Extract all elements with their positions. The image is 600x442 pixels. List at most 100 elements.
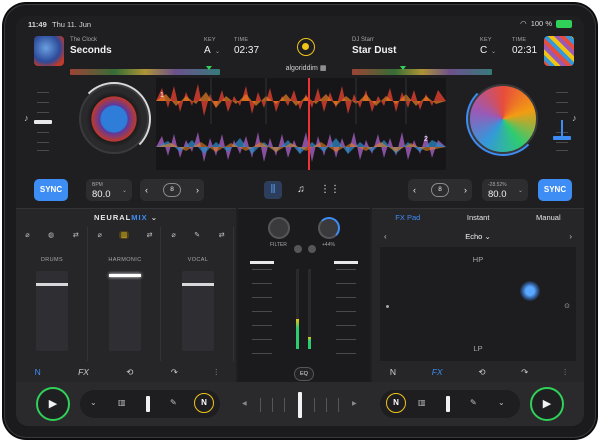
chevron-down-icon: ⌄ [215, 49, 221, 55]
deck-b-pitch-fader[interactable] [553, 88, 571, 152]
mic-icon[interactable]: ✎ [194, 231, 200, 239]
chevron-left-icon[interactable]: ‹ [145, 185, 148, 195]
redo-icon[interactable]: ↷ [171, 367, 178, 378]
stem-drums[interactable]: ⌀ ◍ ⇄ DRUMS [16, 227, 88, 361]
fader-cap[interactable] [109, 274, 141, 277]
deck-b-header[interactable]: DJ Starr Star Dust KEY C ⌄ TIME 02:31 [336, 32, 578, 78]
tab-instant[interactable]: Instant [467, 213, 490, 222]
deck-b-quick-controls: N ▥ ✎ ⌄ [380, 390, 520, 418]
fx-selector[interactable]: ‹ Echo ⌄ › [372, 231, 584, 245]
fx-amount-knob[interactable] [318, 217, 340, 239]
mic-icon[interactable]: ✎ [170, 398, 177, 407]
record-button[interactable] [297, 38, 315, 56]
crossfader-left-arrow[interactable]: ◀ [242, 400, 247, 407]
chevron-right-icon[interactable]: › [464, 185, 467, 195]
deck-b-key[interactable]: C [480, 45, 487, 56]
drum-icon[interactable]: ◍ [48, 231, 54, 239]
fx-pad-touch-point[interactable] [520, 281, 540, 301]
deck-b-overview-waveform[interactable] [352, 69, 492, 75]
deck-a-overview-waveform[interactable] [70, 69, 220, 75]
stem-fader[interactable] [109, 271, 141, 351]
mixer-view-icon[interactable]: ⫼ [264, 181, 282, 199]
fader-cap[interactable] [36, 283, 68, 286]
fader-cap[interactable] [334, 261, 358, 264]
mute-icon[interactable]: ⌀ [25, 231, 29, 239]
stem-fader[interactable] [182, 271, 214, 351]
deck-a-artwork[interactable] [34, 36, 64, 66]
deck-a-loop-control[interactable]: ‹ 8 › [140, 179, 204, 201]
sliders-icon[interactable]: ⫶ [564, 367, 566, 378]
deck-a-channel-fader[interactable] [250, 259, 274, 367]
fx-xy-pad[interactable]: HP ⊙ LP [380, 247, 576, 361]
pads-grid-icon[interactable]: ⋮⋮ [320, 181, 340, 199]
music-library-icon[interactable]: ♫ [292, 181, 310, 199]
filter-knob[interactable] [268, 217, 290, 239]
mic-icon[interactable]: ✎ [470, 398, 477, 407]
deck-b-neural-button[interactable]: N [386, 393, 406, 413]
deck-b-artwork[interactable] [544, 36, 574, 66]
gain-knob-b[interactable] [308, 245, 316, 253]
swap-icon[interactable]: ⇄ [147, 231, 153, 239]
fx-pad-settings-icon[interactable]: ⊙ [564, 302, 570, 310]
redo-icon[interactable]: ↷ [521, 367, 528, 378]
deck-a-bpm-box[interactable]: BPM 80.0 ⌄ [86, 179, 132, 201]
mute-icon[interactable]: ⌀ [171, 231, 175, 239]
eq-button[interactable]: EQ [294, 367, 314, 381]
fx-icon[interactable]: FX [78, 367, 89, 377]
mute-icon[interactable]: ⌀ [98, 231, 102, 239]
chevron-down-icon: ⌄ [150, 213, 158, 222]
deck-a-sync-button[interactable]: SYNC [34, 179, 68, 201]
chevron-down-icon[interactable]: ⌄ [90, 398, 97, 407]
piano-icon[interactable]: ▥ [418, 398, 426, 407]
stem-harmonic[interactable]: ⌀ ▥ ⇄ HARMONIC [89, 227, 161, 361]
neural-mix-icon[interactable]: N [35, 367, 41, 377]
sliders-icon[interactable]: ⫶ [215, 367, 217, 378]
neural-mix-icon[interactable]: N [390, 367, 396, 377]
deck-b-channel-fader[interactable] [334, 259, 358, 367]
piano-icon[interactable]: ▥ [118, 398, 126, 407]
pitch-handle[interactable] [34, 120, 52, 124]
gain-knob-a[interactable] [294, 245, 302, 253]
deck-a-loop-length[interactable]: 8 [163, 183, 181, 197]
chevron-left-icon[interactable]: ‹ [413, 185, 416, 195]
deck-a-level-meter [296, 269, 299, 349]
deck-b-platter[interactable] [466, 82, 540, 156]
deck-a-header[interactable]: The Clock Seconds KEY A ⌄ TIME 02:37 [22, 32, 272, 78]
deck-b-sync-button[interactable]: SYNC [538, 179, 572, 201]
swap-icon[interactable]: ⇄ [73, 231, 79, 239]
fx-icon[interactable]: FX [432, 367, 443, 377]
crossfader-right-arrow[interactable]: ▶ [352, 400, 357, 407]
fx-effect-name[interactable]: Echo ⌄ [372, 232, 584, 241]
crossfader-cap[interactable] [298, 392, 302, 418]
deck-b-loop-control[interactable]: ‹ 8 › [408, 179, 472, 201]
neural-mix-title[interactable]: NEURALMIX ⌄ [16, 213, 236, 222]
deck-a-play-button[interactable]: ▶ [36, 387, 70, 421]
deck-a-stem-crossfader[interactable] [146, 396, 150, 412]
deck-b-bpm-box[interactable]: -28.52% 80.0 ⌄ [482, 179, 528, 201]
pitch-handle[interactable] [553, 136, 571, 140]
deck-a-platter[interactable] [77, 82, 151, 156]
deck-a-key[interactable]: A [204, 45, 211, 56]
chevron-right-icon[interactable]: › [196, 185, 199, 195]
fader-cap[interactable] [250, 261, 274, 264]
fx-pad-lp-label: LP [473, 344, 483, 353]
deck-b-loop-length[interactable]: 8 [431, 183, 449, 197]
tab-fx-pad[interactable]: FX Pad [395, 213, 420, 222]
deck-a-pitch-fader[interactable] [34, 88, 52, 152]
loop-icon[interactable]: ⟲ [478, 367, 485, 378]
deck-b-play-button[interactable]: ▶ [530, 387, 564, 421]
stem-fader[interactable] [36, 271, 68, 351]
chevron-down-icon[interactable]: ⌄ [498, 398, 505, 407]
deck-a-neural-button[interactable]: N [194, 393, 214, 413]
crossfader[interactable] [252, 388, 348, 422]
deck-b-stem-crossfader[interactable] [446, 396, 450, 412]
stem-vocal[interactable]: ⌀ ✎ ⇄ VOCAL [162, 227, 234, 361]
piano-icon[interactable]: ▥ [118, 231, 130, 239]
waveform-view[interactable]: 1 2 [156, 78, 446, 170]
fader-cap[interactable] [182, 283, 214, 286]
tab-manual[interactable]: Manual [536, 213, 561, 222]
music-note-icon: ♪ [24, 113, 29, 123]
swap-icon[interactable]: ⇄ [219, 231, 225, 239]
loop-icon[interactable]: ⟲ [126, 367, 133, 378]
chevron-right-icon[interactable]: › [569, 232, 572, 241]
